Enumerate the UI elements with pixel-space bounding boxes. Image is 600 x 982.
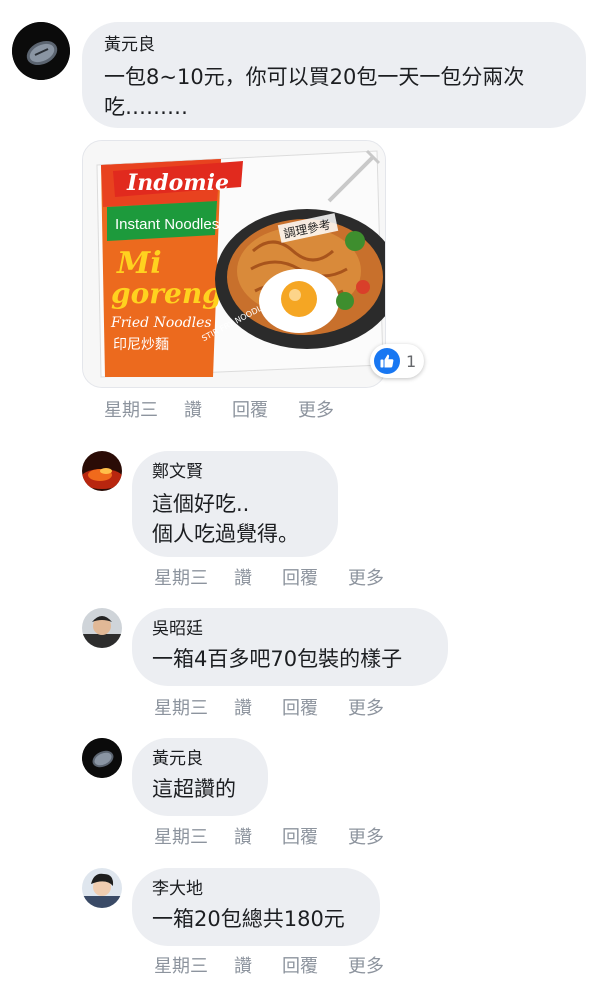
reaction-badge[interactable]: 1 bbox=[370, 344, 424, 378]
comment-author[interactable]: 黃元良 bbox=[104, 34, 566, 56]
like-link[interactable]: 讚 bbox=[184, 396, 202, 422]
comment-actions: 星期三讚 回覆 更多 bbox=[154, 823, 384, 849]
avatar[interactable] bbox=[82, 608, 122, 648]
person-avatar-icon bbox=[82, 608, 122, 648]
comment-actions: 星期三讚 回覆 更多 bbox=[154, 694, 384, 720]
brand-logo-text: Indomie bbox=[126, 170, 229, 196]
avatar[interactable] bbox=[12, 22, 70, 80]
like-link[interactable]: 讚 bbox=[234, 694, 252, 720]
comment-text: 一箱4百多吧70包裝的樣子 bbox=[152, 647, 403, 671]
package-line5: 印尼炒麵 bbox=[113, 337, 169, 353]
comment-bubble: 吳昭廷 一箱4百多吧70包裝的樣子 bbox=[132, 608, 448, 686]
noodle-package-image: Indomie Instant Noodles Mi goreng Fried … bbox=[83, 141, 385, 387]
comment-bubble: 黃元良 這超讚的 bbox=[132, 738, 268, 816]
comment-timestamp[interactable]: 星期三 bbox=[154, 952, 208, 978]
comment-author[interactable]: 吳昭廷 bbox=[152, 618, 428, 640]
comment-actions: 星期三讚 回覆 更多 bbox=[104, 396, 334, 422]
more-link[interactable]: 更多 bbox=[348, 823, 384, 849]
reaction-count: 1 bbox=[406, 351, 417, 371]
comment-bubble: 李大地 一箱20包總共180元 bbox=[132, 868, 380, 946]
avatar[interactable] bbox=[82, 738, 122, 778]
comment-timestamp[interactable]: 星期三 bbox=[154, 564, 208, 590]
comment-timestamp[interactable]: 星期三 bbox=[154, 823, 208, 849]
package-line2: Mi bbox=[116, 246, 162, 281]
comment-actions: 星期三讚 回覆 更多 bbox=[154, 564, 384, 590]
more-link[interactable]: 更多 bbox=[348, 564, 384, 590]
avatar[interactable] bbox=[82, 868, 122, 908]
comment-timestamp[interactable]: 星期三 bbox=[104, 396, 158, 422]
comment-author[interactable]: 黃元良 bbox=[152, 748, 248, 770]
reply-link[interactable]: 回覆 bbox=[282, 694, 318, 720]
comment-actions: 星期三讚 回覆 更多 bbox=[154, 952, 384, 978]
avatar[interactable] bbox=[82, 451, 122, 491]
comment-text: 一箱20包總共180元 bbox=[152, 907, 345, 931]
fire-avatar-icon bbox=[82, 451, 122, 491]
comment-bubble: 黃元良 一包8~10元，你可以買20包一天一包分兩次 吃……… bbox=[82, 22, 586, 128]
comment-text: 這個好吃.. 個人吃過覺得。 bbox=[152, 492, 299, 546]
mouse-avatar-icon bbox=[12, 22, 70, 80]
reply-link[interactable]: 回覆 bbox=[282, 952, 318, 978]
like-link[interactable]: 讚 bbox=[234, 823, 252, 849]
reply-link[interactable]: 回覆 bbox=[282, 564, 318, 590]
more-link[interactable]: 更多 bbox=[348, 694, 384, 720]
person-avatar-icon bbox=[82, 868, 122, 908]
like-link[interactable]: 讚 bbox=[234, 564, 252, 590]
more-link[interactable]: 更多 bbox=[298, 396, 334, 422]
like-link[interactable]: 讚 bbox=[234, 952, 252, 978]
comment-text: 這超讚的 bbox=[152, 777, 236, 801]
comment-text: 一包8~10元，你可以買20包一天一包分兩次 吃……… bbox=[104, 65, 525, 119]
comment-timestamp[interactable]: 星期三 bbox=[154, 694, 208, 720]
mouse-avatar-icon bbox=[82, 738, 122, 778]
more-link[interactable]: 更多 bbox=[348, 952, 384, 978]
reply-link[interactable]: 回覆 bbox=[232, 396, 268, 422]
reply-link[interactable]: 回覆 bbox=[282, 823, 318, 849]
comment-photo[interactable]: Indomie Instant Noodles Mi goreng Fried … bbox=[82, 140, 386, 388]
comment-bubble: 鄭文賢 這個好吃.. 個人吃過覺得。 bbox=[132, 451, 338, 557]
package-line4: Fried Noodles bbox=[110, 315, 212, 331]
thumbs-up-icon bbox=[374, 348, 400, 374]
comment-author[interactable]: 李大地 bbox=[152, 878, 360, 900]
package-line1: Instant Noodles bbox=[115, 216, 219, 233]
comment-author[interactable]: 鄭文賢 bbox=[152, 461, 318, 483]
package-line3: goreng bbox=[111, 277, 222, 310]
